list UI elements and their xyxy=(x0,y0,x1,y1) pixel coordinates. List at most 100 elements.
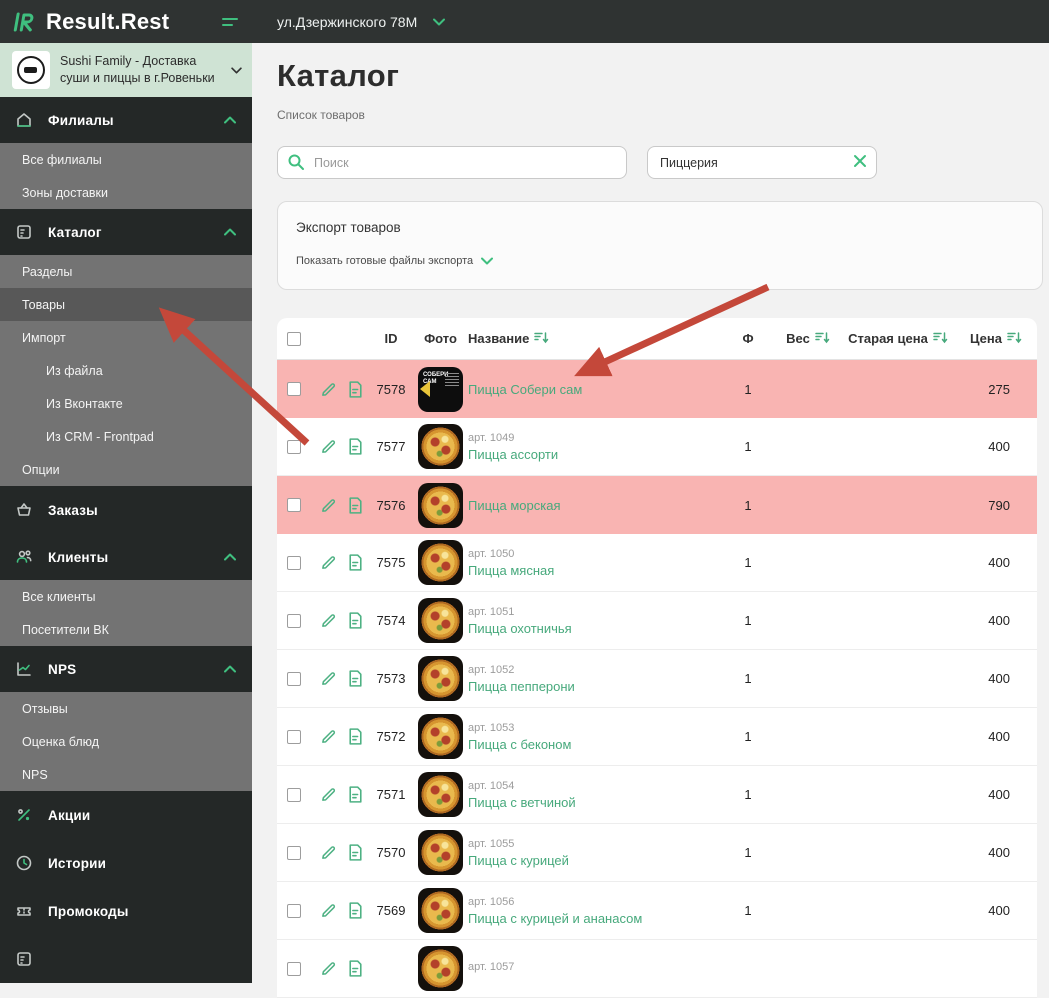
topbar-brand-area: Result.Rest xyxy=(0,0,252,43)
product-photo[interactable] xyxy=(418,656,463,701)
product-f: 1 xyxy=(744,381,752,397)
table-row: 7575 арт. 1050 Пицца мясная 1 400 xyxy=(277,534,1037,592)
product-photo[interactable] xyxy=(418,772,463,817)
category-filter-input[interactable] xyxy=(647,146,877,179)
location-selector[interactable]: ул.Дзержинского 78М xyxy=(252,14,446,30)
product-name-link[interactable]: Пицца охотничья xyxy=(468,621,728,636)
product-name-link[interactable]: Пицца морская xyxy=(468,498,728,513)
sidebar-item-NPS[interactable]: NPS xyxy=(0,758,252,791)
document-icon[interactable] xyxy=(341,727,369,746)
product-name-link[interactable]: Пицца пепперони xyxy=(468,679,728,694)
col-old-price: Старая цена xyxy=(848,331,948,347)
product-name-link[interactable]: Пицца мясная xyxy=(468,563,728,578)
row-checkbox[interactable] xyxy=(287,555,301,570)
row-checkbox[interactable] xyxy=(287,845,301,860)
sidebar-item-Импорт[interactable]: Импорт xyxy=(0,321,252,354)
product-name-link[interactable]: Пицца Собери сам xyxy=(468,382,728,397)
document-icon[interactable] xyxy=(341,959,369,978)
sidebar-item-Оценка блюд[interactable]: Оценка блюд xyxy=(0,725,252,758)
edit-icon[interactable] xyxy=(315,612,341,629)
document-icon[interactable] xyxy=(341,611,369,630)
product-photo[interactable] xyxy=(418,482,463,528)
sidebar-section-Истории[interactable]: Истории xyxy=(0,839,252,887)
sidebar-section-Филиалы[interactable]: Филиалы xyxy=(0,97,252,143)
edit-icon[interactable] xyxy=(315,497,341,514)
row-checkbox[interactable] xyxy=(287,787,301,802)
menu-toggle-icon[interactable] xyxy=(222,17,238,26)
sidebar-section-NPS[interactable]: NPS xyxy=(0,646,252,692)
product-photo[interactable] xyxy=(418,888,463,933)
sort-icon[interactable] xyxy=(1007,331,1022,347)
row-checkbox[interactable] xyxy=(287,729,301,744)
sidebar-item-Все филиалы[interactable]: Все филиалы xyxy=(0,143,252,176)
search-input[interactable] xyxy=(277,146,627,179)
sort-icon[interactable] xyxy=(534,331,549,347)
edit-icon[interactable] xyxy=(315,844,341,861)
product-photo[interactable] xyxy=(418,830,463,875)
product-name-link[interactable]: Пицца с курицей и ананасом xyxy=(468,911,728,926)
product-name-link[interactable]: Пицца с ветчиной xyxy=(468,795,728,810)
row-checkbox[interactable] xyxy=(287,613,301,628)
document-icon[interactable] xyxy=(341,785,369,804)
sidebar-section-Заказы[interactable]: Заказы xyxy=(0,486,252,534)
row-checkbox[interactable] xyxy=(287,671,301,686)
row-checkbox[interactable] xyxy=(287,498,301,512)
document-icon[interactable] xyxy=(341,437,369,456)
product-photo[interactable] xyxy=(418,424,463,469)
edit-icon[interactable] xyxy=(315,786,341,803)
sidebar-item-Из файла[interactable]: Из файла xyxy=(0,354,252,387)
sidebar-section-Акции[interactable]: Акции xyxy=(0,791,252,839)
sidebar-item-Опции[interactable]: Опции xyxy=(0,453,252,486)
product-photo[interactable] xyxy=(418,598,463,643)
product-photo[interactable] xyxy=(418,714,463,759)
product-photo[interactable] xyxy=(418,946,463,991)
clear-filter-icon[interactable] xyxy=(853,154,867,168)
export-toggle[interactable]: Показать готовые файлы экспорта xyxy=(296,255,1024,267)
table-row: 7574 арт. 1051 Пицца охотничья 1 400 xyxy=(277,592,1037,650)
sidebar-item-Все клиенты[interactable]: Все клиенты xyxy=(0,580,252,613)
sidebar-section-label: Каталог xyxy=(48,224,102,240)
sidebar-item-Из CRM - Frontpad[interactable]: Из CRM - Frontpad xyxy=(0,420,252,453)
sidebar-item-Разделы[interactable]: Разделы xyxy=(0,255,252,288)
product-photo[interactable]: СОБЕРИ САМ xyxy=(418,366,463,412)
edit-icon[interactable] xyxy=(315,670,341,687)
document-icon[interactable] xyxy=(341,669,369,688)
sidebar-item-Посетители ВК[interactable]: Посетители ВК xyxy=(0,613,252,646)
main-content: Каталог Список товаров Экспорт товаров П… xyxy=(252,43,1049,998)
edit-icon[interactable] xyxy=(315,902,341,919)
sort-icon[interactable] xyxy=(933,331,948,347)
sidebar-item-Товары[interactable]: Товары xyxy=(0,288,252,321)
account-avatar xyxy=(12,51,50,89)
document-icon[interactable] xyxy=(341,380,369,399)
product-name-link[interactable]: Пицца с курицей xyxy=(468,853,728,868)
product-name-link[interactable]: Пицца ассорти xyxy=(468,447,728,462)
document-icon[interactable] xyxy=(341,496,369,515)
sidebar-section-partial[interactable] xyxy=(0,935,252,983)
product-name-link[interactable]: Пицца с беконом xyxy=(468,737,728,752)
chevron-down-icon xyxy=(481,257,494,265)
row-checkbox[interactable] xyxy=(287,439,301,454)
row-checkbox[interactable] xyxy=(287,903,301,918)
sidebar-item-Зоны доставки[interactable]: Зоны доставки xyxy=(0,176,252,209)
catalog-icon xyxy=(14,222,34,242)
sidebar-section-Промокоды[interactable]: Промокоды xyxy=(0,887,252,935)
edit-icon[interactable] xyxy=(315,554,341,571)
table-row: 7572 арт. 1053 Пицца с беконом 1 400 xyxy=(277,708,1037,766)
account-switcher[interactable]: Sushi Family - Доставка суши и пиццы в г… xyxy=(0,43,252,97)
document-icon[interactable] xyxy=(341,901,369,920)
edit-icon[interactable] xyxy=(315,381,341,398)
edit-icon[interactable] xyxy=(315,438,341,455)
document-icon[interactable] xyxy=(341,843,369,862)
select-all-checkbox[interactable] xyxy=(287,331,301,346)
product-photo[interactable] xyxy=(418,540,463,585)
row-checkbox[interactable] xyxy=(287,382,301,396)
sidebar-item-Отзывы[interactable]: Отзывы xyxy=(0,692,252,725)
document-icon[interactable] xyxy=(341,553,369,572)
brand-logo[interactable]: Result.Rest xyxy=(12,9,169,35)
edit-icon[interactable] xyxy=(315,960,341,977)
sidebar-section-Клиенты[interactable]: Клиенты xyxy=(0,534,252,580)
edit-icon[interactable] xyxy=(315,728,341,745)
sort-icon[interactable] xyxy=(815,331,830,347)
sidebar-section-Каталог[interactable]: Каталог xyxy=(0,209,252,255)
sidebar-item-Из Вконтакте[interactable]: Из Вконтакте xyxy=(0,387,252,420)
